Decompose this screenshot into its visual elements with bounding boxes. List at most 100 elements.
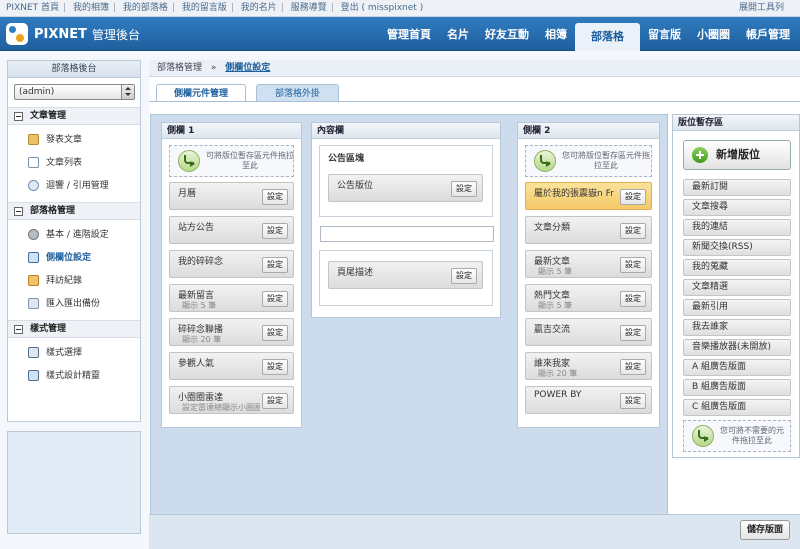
module-latest-comments[interactable]: 最新留言 顯示 5 筆設定 bbox=[169, 284, 294, 312]
select-arrows-icon bbox=[121, 85, 134, 99]
module-announcement[interactable]: 站方公告 設定 bbox=[169, 216, 294, 244]
group-blog[interactable]: 部落格管理 bbox=[8, 202, 140, 220]
layout-icon bbox=[28, 252, 39, 263]
module-murmur[interactable]: 我的碎碎念 設定 bbox=[169, 250, 294, 278]
sidebar-item-visits[interactable]: 拜訪紀錄 bbox=[28, 273, 82, 289]
nav-blog[interactable]: 部落格 bbox=[575, 23, 640, 51]
module-custom-highlighted[interactable]: 屬於我的張震嶽n Fr 設定 bbox=[525, 182, 652, 210]
add-widget-button[interactable]: 新增版位 bbox=[683, 140, 791, 170]
module-who-visited[interactable]: 誰來我家 顯示 20 筆設定 bbox=[525, 352, 652, 380]
pool-item[interactable]: 文章搜尋 bbox=[683, 199, 791, 216]
nav-guestbook[interactable]: 留言版 bbox=[640, 26, 689, 42]
column-title: 側欄 1 bbox=[162, 123, 301, 139]
nav-account[interactable]: 帳戶管理 bbox=[738, 26, 798, 42]
sidebar-item-sidebar-settings[interactable]: 側欄位設定 bbox=[28, 250, 91, 266]
main-area: 部落格管理 » 側欄位設定 側欄元件管理 部落格外掛 側欄 1 可將版位暫存區元… bbox=[149, 60, 800, 540]
module-categories[interactable]: 文章分類 設定 bbox=[525, 216, 652, 244]
top-link[interactable]: PIXNET 首頁 bbox=[6, 3, 59, 13]
sidebar-item-settings[interactable]: 基本 / 進階設定 bbox=[28, 227, 109, 243]
layout-editor: 側欄 1 可將版位暫存區元件拖拉至此 月曆 設定 站方公告 設定 我的碎碎念 設定 最… bbox=[150, 114, 668, 524]
top-link[interactable]: 我的部落格 bbox=[123, 3, 168, 13]
breadcrumb-current[interactable]: 側欄位設定 bbox=[225, 63, 270, 73]
setting-button[interactable]: 設定 bbox=[262, 359, 288, 375]
setting-button[interactable]: 設定 bbox=[262, 189, 288, 205]
pool-item[interactable]: A 組廣告版面 bbox=[683, 359, 791, 376]
setting-button[interactable]: 設定 bbox=[620, 393, 646, 409]
logo-subtitle: 管理後台 bbox=[92, 27, 141, 42]
nav-album[interactable]: 相簿 bbox=[537, 26, 575, 42]
top-link[interactable]: 我的名片 bbox=[241, 3, 277, 13]
expand-toolbar-link[interactable]: 展開工具列 bbox=[739, 0, 784, 16]
setting-button[interactable]: 設定 bbox=[620, 325, 646, 341]
pool-item[interactable]: 文章精選 bbox=[683, 279, 791, 296]
tab-sidebar-widgets[interactable]: 側欄元件管理 bbox=[156, 84, 246, 102]
pool-item[interactable]: C 組廣告版面 bbox=[683, 399, 791, 416]
setting-button[interactable]: 設定 bbox=[620, 257, 646, 273]
group-article[interactable]: 文章管理 bbox=[8, 107, 140, 125]
sidebar-item-label: 樣式設計精靈 bbox=[46, 371, 101, 381]
drag-arrow-icon bbox=[534, 150, 556, 172]
save-layout-button[interactable]: 儲存版面 bbox=[740, 520, 790, 540]
nav-friends[interactable]: 好友互動 bbox=[477, 26, 537, 42]
collapse-icon[interactable] bbox=[14, 207, 23, 216]
setting-button[interactable]: 設定 bbox=[451, 181, 477, 197]
setting-button[interactable]: 設定 bbox=[262, 325, 288, 341]
collapse-icon[interactable] bbox=[14, 112, 23, 121]
sidebar-item-style-select[interactable]: 樣式選擇 bbox=[28, 345, 82, 361]
module-announcement-slot[interactable]: 公告版位 設定 bbox=[328, 174, 483, 202]
sidebar-item-backup[interactable]: 匯入匯出備份 bbox=[28, 296, 100, 312]
module-exchange[interactable]: 贏吉交流 設定 bbox=[525, 318, 652, 346]
top-link[interactable]: 我的相簿 bbox=[73, 3, 109, 13]
pool-item[interactable]: 最新引用 bbox=[683, 299, 791, 316]
sidebar-item-post[interactable]: 發表文章 bbox=[28, 132, 82, 148]
drop-zone[interactable]: 可將版位暫存區元件拖拉至此 bbox=[169, 145, 294, 177]
pool-item[interactable]: 音樂播放器(未開放) bbox=[683, 339, 791, 356]
logo[interactable]: PIXNET 管理後台 bbox=[6, 23, 140, 45]
sidebar-item-article-list[interactable]: 文章列表 bbox=[28, 155, 82, 171]
pool-item[interactable]: 最新訂閱 bbox=[683, 179, 791, 196]
setting-button[interactable]: 設定 bbox=[620, 189, 646, 205]
pool-item[interactable]: 我的連結 bbox=[683, 219, 791, 236]
nav-card[interactable]: 名片 bbox=[439, 26, 477, 42]
pool-item[interactable]: 新聞交換(RSS) bbox=[683, 239, 791, 256]
module-power-by[interactable]: POWER BY 設定 bbox=[525, 386, 652, 414]
setting-button[interactable]: 設定 bbox=[262, 223, 288, 239]
nav-group[interactable]: 小圈圈 bbox=[689, 26, 738, 42]
setting-button[interactable]: 設定 bbox=[620, 359, 646, 375]
pool-item[interactable]: B 組廣告版面 bbox=[683, 379, 791, 396]
sidebar-item-style-wizard[interactable]: 樣式設計精靈 bbox=[28, 368, 100, 384]
sidebar-item-comments[interactable]: 迴響 / 引用管理 bbox=[28, 178, 109, 194]
comment-icon bbox=[28, 180, 39, 191]
main-nav: 管理首頁 名片 好友互動 相簿 部落格 留言版 小圈圈 帳戶管理 bbox=[379, 17, 798, 51]
blog-select[interactable]: (admin) bbox=[14, 84, 135, 100]
module-calendar[interactable]: 月曆 設定 bbox=[169, 182, 294, 210]
backup-icon bbox=[28, 298, 39, 309]
trash-drop-zone[interactable]: 您可將不需要的元件拖拉至此 bbox=[683, 420, 791, 452]
setting-button[interactable]: 設定 bbox=[620, 291, 646, 307]
module-footer-desc[interactable]: 頁尾描述 設定 bbox=[328, 261, 483, 289]
collapse-icon[interactable] bbox=[14, 325, 23, 334]
setting-button[interactable]: 設定 bbox=[451, 268, 477, 284]
module-latest-articles[interactable]: 最新文章 顯示 5 筆設定 bbox=[525, 250, 652, 278]
module-group-radar[interactable]: 小圈圈雷達 設定雷達總顯示小圈圈 設定 bbox=[169, 386, 294, 414]
pool-item[interactable]: 我的蒐藏 bbox=[683, 259, 791, 276]
top-link[interactable]: 我的留言版 bbox=[182, 3, 227, 13]
pool-item[interactable]: 我去誰家 bbox=[683, 319, 791, 336]
top-link[interactable]: 服務導覽 bbox=[291, 3, 327, 13]
content-placeholder-bar[interactable] bbox=[320, 226, 494, 242]
module-murmur-feed[interactable]: 碎碎念聯播 顯示 20 筆設定 bbox=[169, 318, 294, 346]
module-visitors[interactable]: 參觀人氣 設定 bbox=[169, 352, 294, 380]
setting-button[interactable]: 設定 bbox=[620, 223, 646, 239]
separator: | bbox=[112, 3, 117, 13]
drop-zone[interactable]: 您可將版位暫存區元件拖拉至此 bbox=[525, 145, 652, 177]
logout-link[interactable]: 登出 ( misspixnet ) bbox=[341, 3, 424, 13]
group-label: 部落格管理 bbox=[30, 206, 76, 216]
tab-plugins[interactable]: 部落格外掛 bbox=[256, 84, 339, 102]
nav-home[interactable]: 管理首頁 bbox=[379, 26, 439, 42]
module-hot-articles[interactable]: 熱門文章 顯示 5 筆設定 bbox=[525, 284, 652, 312]
setting-button[interactable]: 設定 bbox=[262, 393, 288, 409]
setting-button[interactable]: 設定 bbox=[262, 257, 288, 273]
group-style[interactable]: 樣式管理 bbox=[8, 320, 140, 338]
setting-button[interactable]: 設定 bbox=[262, 291, 288, 307]
breadcrumb-parent[interactable]: 部落格管理 bbox=[157, 63, 202, 73]
